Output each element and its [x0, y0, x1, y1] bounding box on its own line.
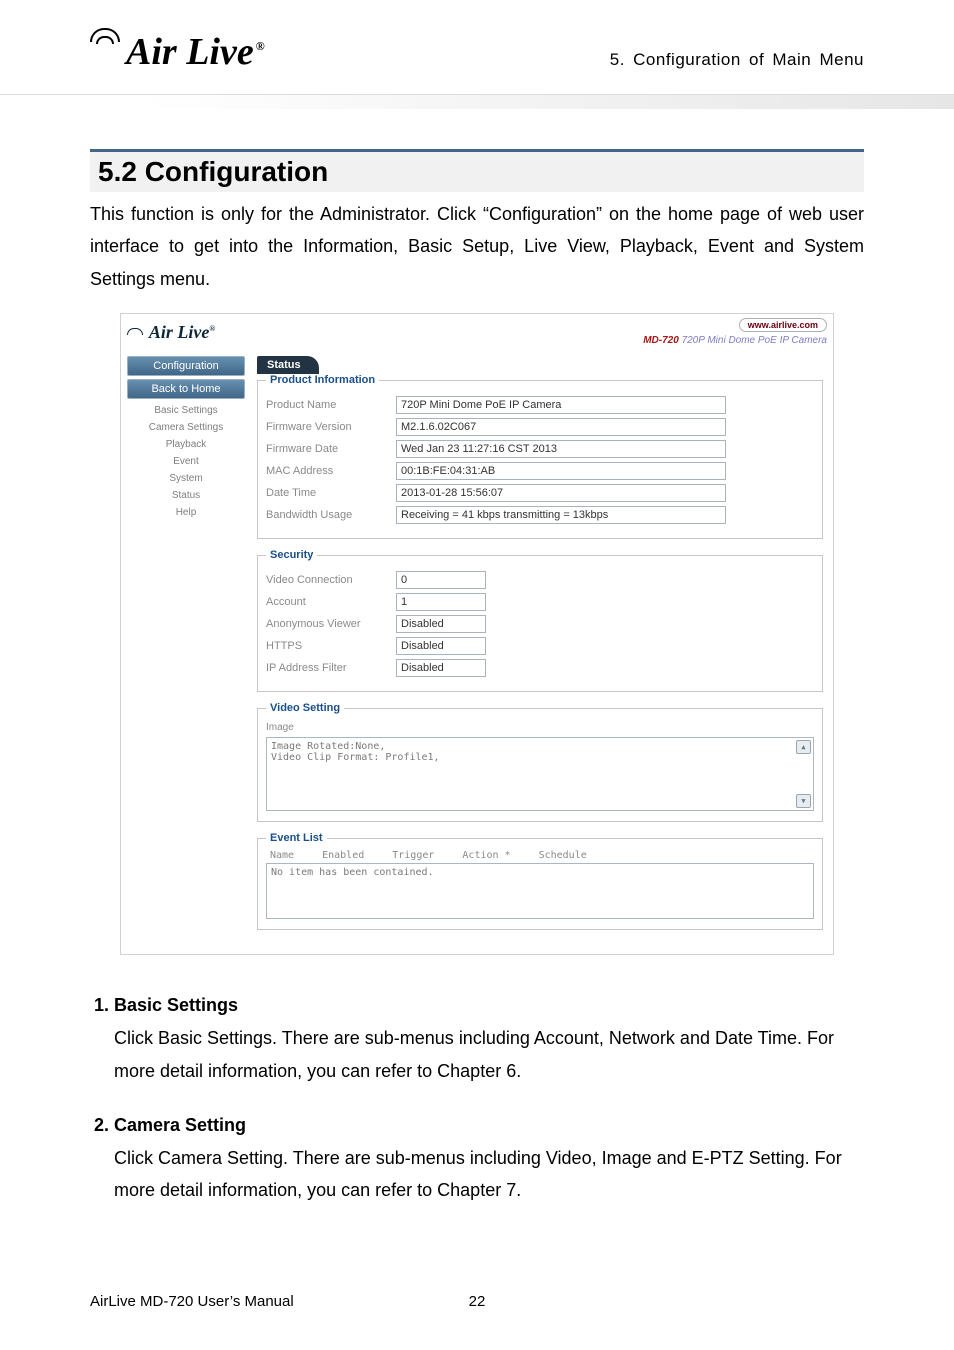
point-1-body: Click Basic Settings. There are sub-menu…: [114, 1022, 864, 1087]
bandwidth-field: Receiving = 41 kbps transmitting = 13kbp…: [396, 506, 726, 524]
video-connection-field: 0: [396, 571, 486, 589]
product-information-legend: Product Information: [266, 374, 379, 386]
point-2-title: Camera Setting: [114, 1115, 246, 1135]
sidebar-item-system[interactable]: System: [127, 470, 245, 487]
point-2-body: Click Camera Setting. There are sub-menu…: [114, 1142, 864, 1207]
brand-logo: Air Live®: [90, 30, 265, 74]
account-label: Account: [266, 596, 396, 608]
date-time-label: Date Time: [266, 487, 396, 499]
ip-filter-field: Disabled: [396, 659, 486, 677]
event-list-box: No item has been contained.: [266, 863, 814, 919]
sidebar: Configuration Back to Home Basic Setting…: [121, 350, 251, 954]
event-col-action: Action *: [462, 850, 510, 861]
security-group: Security Video Connection 0 Account 1 An…: [257, 549, 823, 692]
video-setting-legend: Video Setting: [266, 702, 344, 714]
video-connection-label: Video Connection: [266, 574, 396, 586]
ui-brand: Air Live®: [127, 322, 215, 343]
scroll-down-icon[interactable]: ▼: [796, 794, 811, 808]
wifi-icon: [90, 30, 122, 56]
anonymous-viewer-field: Disabled: [396, 615, 486, 633]
product-information-group: Product Information Product Name 720P Mi…: [257, 374, 823, 539]
video-line-1: Image Rotated:None,: [271, 741, 809, 752]
event-col-enabled: Enabled: [322, 850, 364, 861]
product-name-label: Product Name: [266, 399, 396, 411]
account-field: 1: [396, 593, 486, 611]
sidebar-item-status[interactable]: Status: [127, 487, 245, 504]
mac-address-field: 00:1B:FE:04:31:AB: [396, 462, 726, 480]
bandwidth-label: Bandwidth Usage: [266, 509, 396, 521]
section-paragraph: This function is only for the Administra…: [90, 198, 864, 295]
url-pill[interactable]: www.airlive.com: [739, 318, 827, 332]
scroll-up-icon[interactable]: ▲: [796, 740, 811, 754]
video-setting-group: Video Setting Image Image Rotated:None, …: [257, 702, 823, 822]
product-title: MD-720 720P Mini Dome PoE IP Camera: [643, 335, 827, 346]
sidebar-item-help[interactable]: Help: [127, 504, 245, 521]
sidebar-header-configuration[interactable]: Configuration: [127, 356, 245, 376]
date-time-field: 2013-01-28 15:56:07: [396, 484, 726, 502]
video-line-2: Video Clip Format: Profile1,: [271, 752, 809, 763]
event-col-name: Name: [270, 850, 294, 861]
event-col-schedule: Schedule: [539, 850, 587, 861]
sidebar-item-camera-settings[interactable]: Camera Settings: [127, 419, 245, 436]
sidebar-header-back-home[interactable]: Back to Home: [127, 379, 245, 399]
ip-filter-label: IP Address Filter: [266, 662, 396, 674]
event-col-trigger: Trigger: [392, 850, 434, 861]
event-list-legend: Event List: [266, 832, 327, 844]
anonymous-viewer-label: Anonymous Viewer: [266, 618, 396, 630]
https-label: HTTPS: [266, 640, 396, 652]
footer-left: AirLive MD-720 User’s Manual: [90, 1293, 294, 1310]
wifi-icon: [127, 328, 143, 338]
brand-text: Air Live®: [126, 30, 265, 74]
sidebar-item-event[interactable]: Event: [127, 453, 245, 470]
sidebar-item-playback[interactable]: Playback: [127, 436, 245, 453]
event-list-group: Event List Name Enabled Trigger Action *…: [257, 832, 823, 930]
video-setting-box: Image Rotated:None, Video Clip Format: P…: [266, 737, 814, 811]
point-1-title: Basic Settings: [114, 995, 238, 1015]
mac-address-label: MAC Address: [266, 465, 396, 477]
section-title: 5.2 Configuration: [90, 149, 864, 192]
video-sublegend-image: Image: [266, 722, 814, 733]
header-section-label: 5. Configuration of Main Menu: [610, 50, 864, 70]
firmware-date-field: Wed Jan 23 11:27:16 CST 2013: [396, 440, 726, 458]
footer-page-number: 22: [469, 1293, 486, 1310]
tab-status[interactable]: Status: [257, 356, 319, 374]
security-legend: Security: [266, 549, 317, 561]
event-list-empty: No item has been contained.: [271, 867, 434, 878]
firmware-version-label: Firmware Version: [266, 421, 396, 433]
https-field: Disabled: [396, 637, 486, 655]
firmware-date-label: Firmware Date: [266, 443, 396, 455]
header-divider: [0, 94, 954, 109]
sidebar-item-basic-settings[interactable]: Basic Settings: [127, 402, 245, 419]
config-screenshot: Air Live® www.airlive.com MD-720 720P Mi…: [120, 313, 834, 955]
product-name-field: 720P Mini Dome PoE IP Camera: [396, 396, 726, 414]
firmware-version-field: M2.1.6.02C067: [396, 418, 726, 436]
